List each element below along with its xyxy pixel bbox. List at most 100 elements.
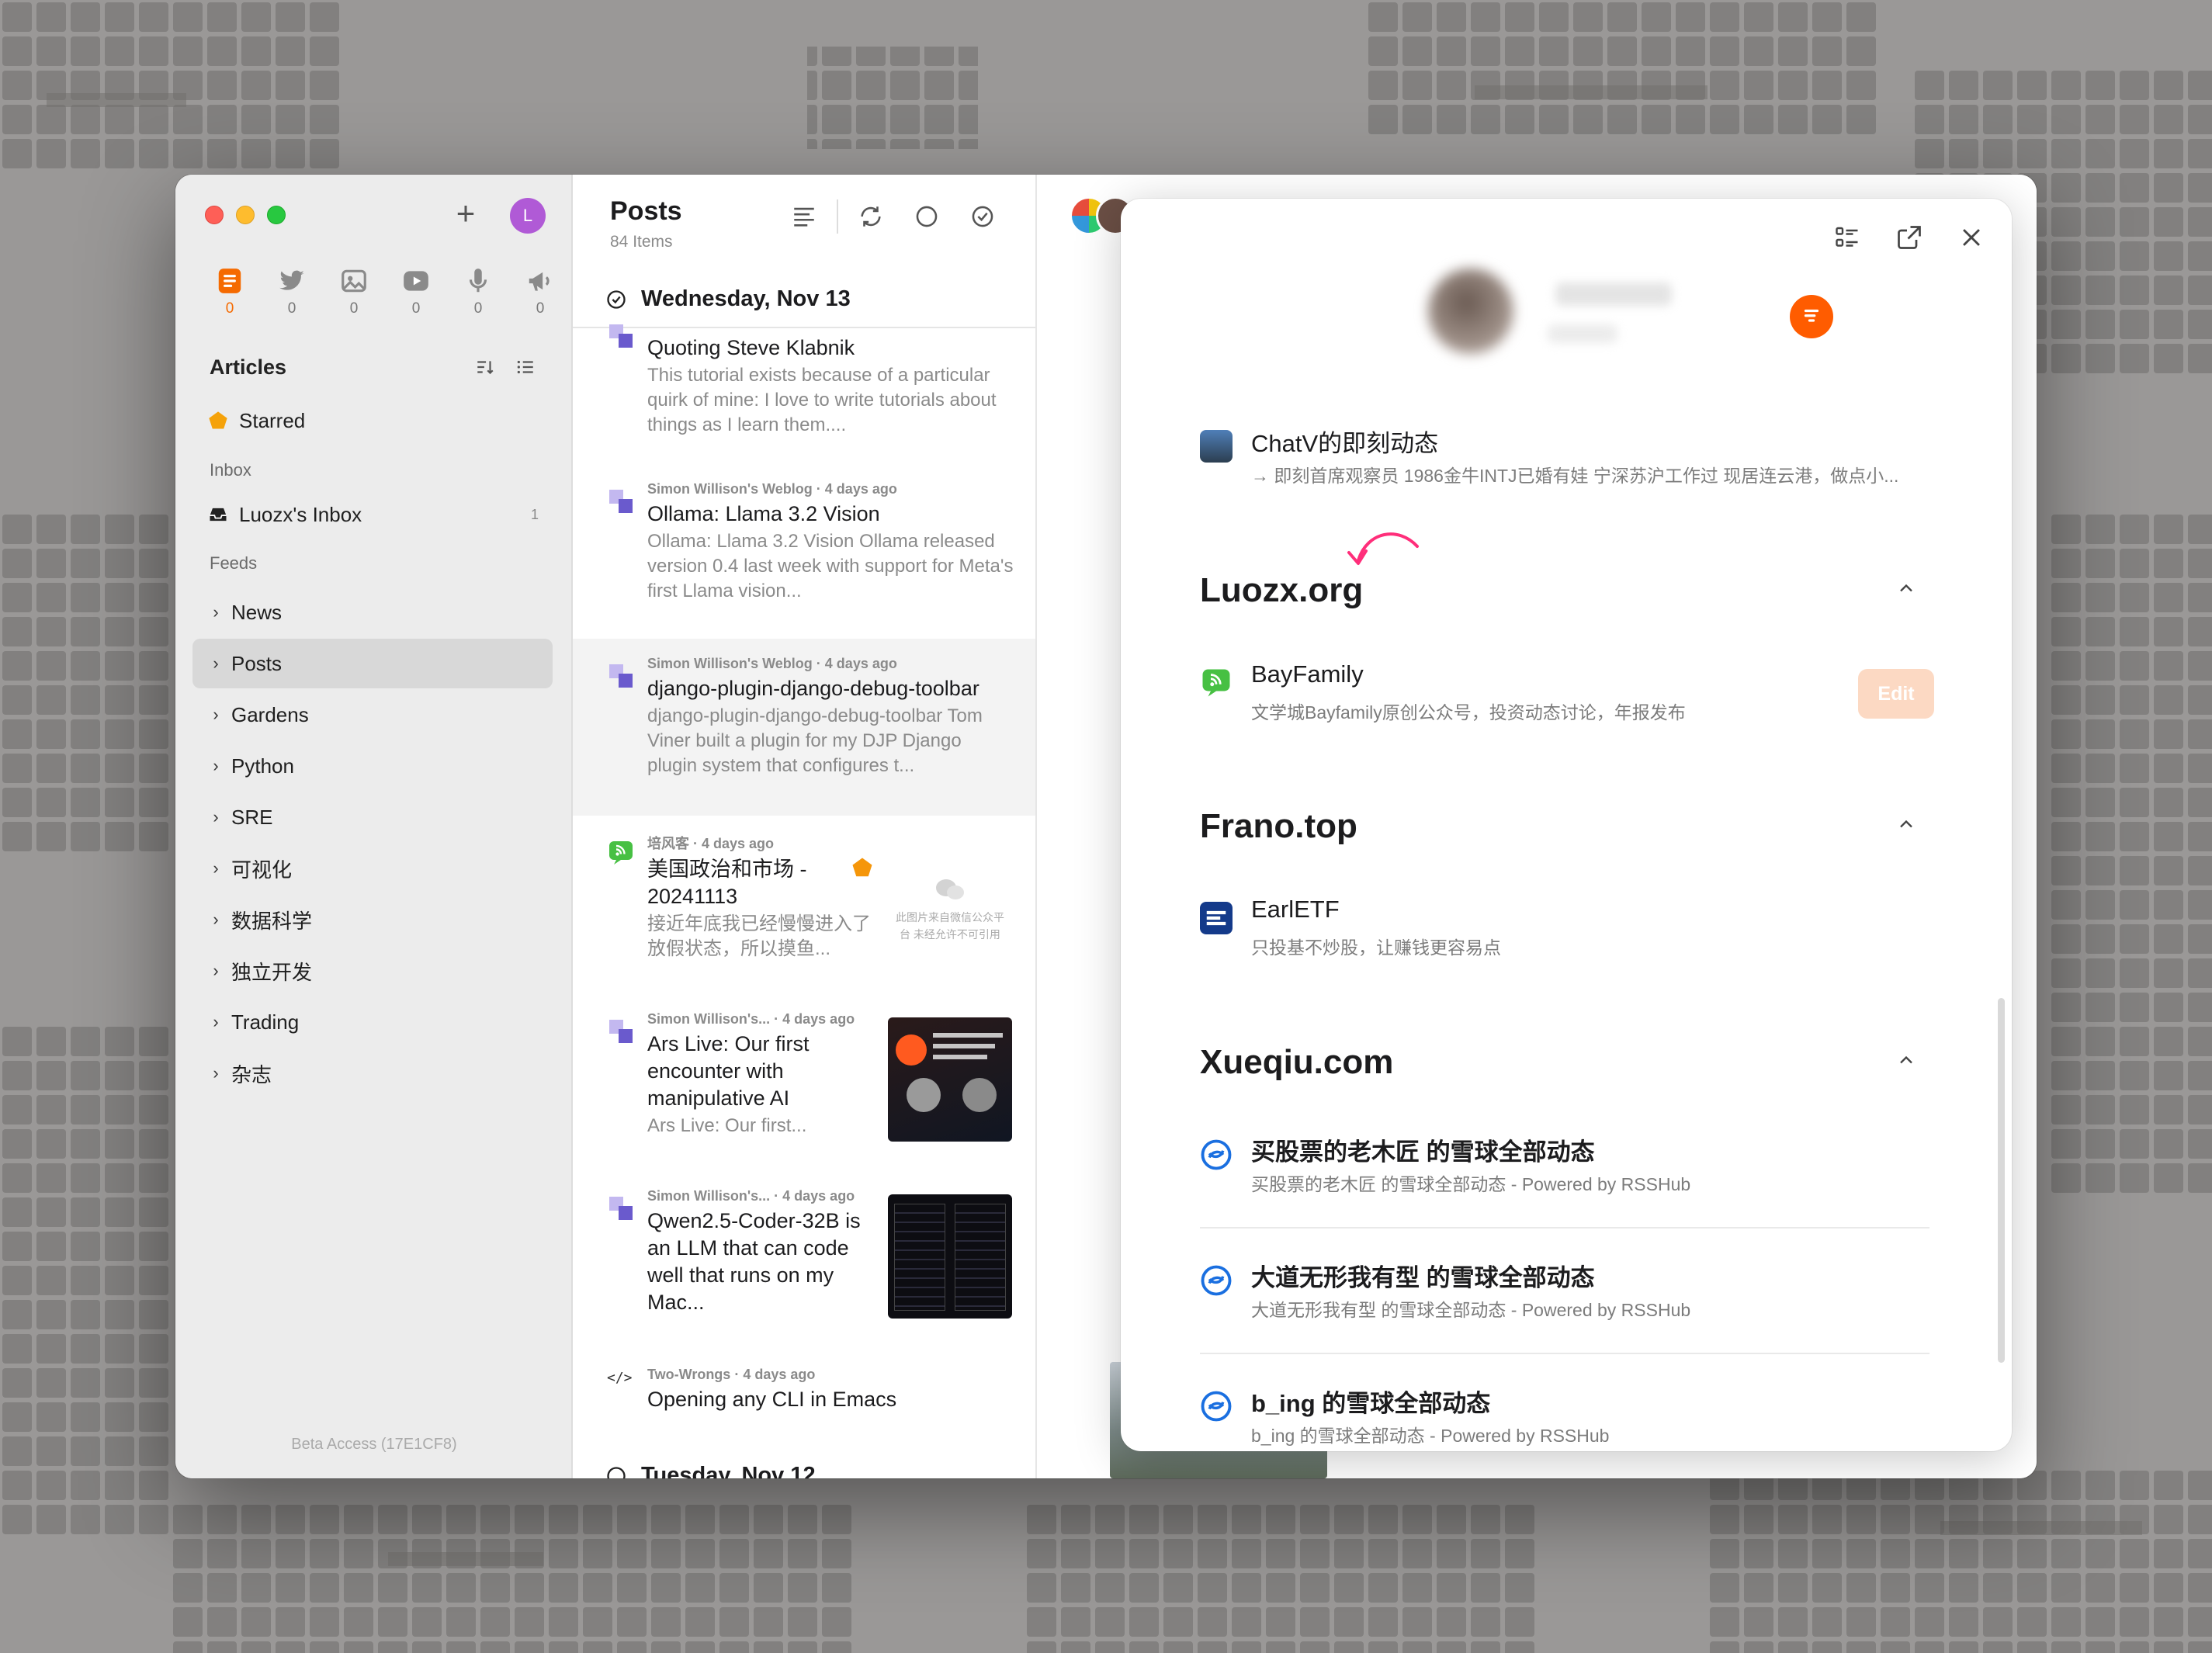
- feed-row[interactable]: ChatV的即刻动态 → 即刻首席观察员 1986金牛INTJ已婚有娃 宁深苏沪…: [1200, 424, 1929, 517]
- list-item[interactable]: Simon Willison's Weblog · 4 days ago Oll…: [573, 481, 1035, 644]
- divider: [573, 327, 1035, 328]
- feed-description: b_ing 的雪球全部动态 - Powered by RSSHub: [1251, 1426, 1610, 1446]
- list-item[interactable]: </> Two-Wrongs · 4 days ago Opening any …: [573, 1367, 1035, 1444]
- user-avatar[interactable]: L: [510, 198, 546, 234]
- feed-favicon-icon: [609, 490, 633, 513]
- open-external-button[interactable]: [1892, 220, 1926, 255]
- chevron-right-icon: ›: [213, 756, 219, 775]
- list-options-icon[interactable]: [515, 357, 536, 377]
- entry-meta: Simon Willison's Weblog · 4 days ago: [647, 656, 897, 671]
- feed-row[interactable]: 大道无形我有型 的雪球全部动态 大道无形我有型 的雪球全部动态 - Powere…: [1200, 1258, 1929, 1351]
- group-title: Xueqiu.com: [1200, 1043, 1394, 1081]
- unread-count: 1: [530, 506, 539, 522]
- list-item-selected[interactable]: Simon Willison's Weblog · 4 days ago dja…: [573, 639, 1035, 816]
- feed-row[interactable]: BayFamily 文学城Bayfamily原创公众号，投资动态讨论，年报发布: [1200, 660, 1929, 754]
- layout-button[interactable]: [776, 199, 832, 234]
- chevron-right-icon: ›: [213, 653, 219, 673]
- list-title: Posts: [610, 196, 682, 226]
- chevron-right-icon: ›: [213, 910, 219, 929]
- list-item[interactable]: Simon Willison's... · 4 days ago Ars Liv…: [573, 1011, 1035, 1174]
- entry-time: 4 days ago: [743, 1367, 816, 1382]
- sidebar-item-magazines[interactable]: › 杂志: [192, 1048, 553, 1098]
- view-videos[interactable]: 0: [385, 266, 447, 317]
- view-count: 0: [225, 300, 234, 317]
- sidebar-item-starred[interactable]: Starred: [192, 396, 553, 445]
- minimize-window-button[interactable]: [236, 206, 255, 224]
- code-icon: </>: [607, 1370, 633, 1386]
- group-title: Luozx.org: [1200, 571, 1364, 609]
- date-header[interactable]: Tuesday, Nov 12: [605, 1463, 816, 1478]
- sidebar-item-sre[interactable]: › SRE: [192, 792, 553, 842]
- sidebar-item-label: 独立开发: [231, 960, 313, 984]
- refresh-icon: [861, 206, 881, 227]
- xueqiu-logo-icon: [1201, 1391, 1232, 1422]
- image-icon: [342, 269, 366, 293]
- feed-row[interactable]: 买股票的老木匠 的雪球全部动态 买股票的老木匠 的雪球全部动态 - Powere…: [1200, 1132, 1929, 1225]
- view-audio[interactable]: 0: [447, 266, 509, 317]
- feed-title: 买股票的老木匠 的雪球全部动态: [1251, 1138, 1595, 1166]
- modal-scrollbar[interactable]: [1998, 998, 2005, 1363]
- sidebar-item-python[interactable]: › Python: [192, 741, 553, 791]
- view-articles[interactable]: 0: [199, 266, 261, 317]
- sidebar-item-trading[interactable]: › Trading: [192, 997, 553, 1047]
- list-item[interactable]: Simon Willison's... · 4 days ago Qwen2.5…: [573, 1188, 1035, 1351]
- feed-row[interactable]: EarlETF 只投基不炒股，让赚钱更容易点: [1200, 896, 1929, 989]
- feed-description: → 即刻首席观察员 1986金牛INTJ已婚有娃 宁深苏沪工作过 现居连云港，做…: [1251, 466, 1899, 486]
- sidebar-item-label: Posts: [231, 651, 283, 675]
- check-circle-icon: [607, 1466, 626, 1478]
- date-label: Tuesday, Nov 12: [641, 1463, 816, 1478]
- entry-summary: 接近年底我已经慢慢进入了放假状态，所以摸鱼...: [647, 913, 871, 959]
- profile-handle-blurred: [1548, 324, 1617, 343]
- sidebar-item-data-science[interactable]: › 数据科学: [192, 895, 553, 944]
- sort-icon[interactable]: [475, 357, 495, 377]
- feed-favicon-icon: [609, 664, 633, 688]
- date-header[interactable]: Wednesday, Nov 13: [605, 286, 851, 312]
- add-feed-button[interactable]: +: [449, 197, 483, 232]
- entry-meta: 培风客 · 4 days ago: [647, 836, 775, 851]
- list-item[interactable]: 培风客 · 4 days ago 美国政治和市场 - 20241113 接近年底…: [573, 833, 1035, 996]
- view-mode-button[interactable]: [1830, 220, 1864, 255]
- sidebar-item-indie-dev[interactable]: › 独立开发: [192, 946, 553, 996]
- unread-filter-button[interactable]: [899, 199, 955, 234]
- chevron-right-icon: ›: [213, 807, 219, 826]
- close-modal-button[interactable]: [1954, 220, 1988, 255]
- sidebar-item-gardens[interactable]: › Gardens: [192, 690, 553, 740]
- view-pictures[interactable]: 0: [323, 266, 385, 317]
- entry-meta: Simon Willison's Weblog · 4 days ago: [647, 481, 897, 497]
- sidebar-item-inbox[interactable]: Luozx's Inbox 1: [192, 490, 553, 539]
- collapse-group-button[interactable]: [1891, 809, 1922, 840]
- feed-description: 买股票的老木匠 的雪球全部动态 - Powered by RSSHub: [1251, 1174, 1691, 1194]
- sidebar-item-label: SRE: [231, 805, 273, 829]
- starred-icon: [852, 858, 872, 877]
- view-social[interactable]: 0: [261, 266, 323, 317]
- chevron-right-icon: ›: [213, 961, 219, 980]
- check-circle-icon: [607, 289, 626, 309]
- entry-summary: Ars Live: Our first...: [647, 1115, 807, 1136]
- sidebar-item-visualization[interactable]: › 可视化: [192, 844, 553, 893]
- list-item[interactable]: Quoting Steve Klabnik This tutorial exis…: [573, 324, 1035, 435]
- entry-title: Opening any CLI in Emacs: [647, 1388, 897, 1411]
- chevron-up-icon: [1900, 1055, 1912, 1064]
- refresh-button[interactable]: [843, 199, 899, 234]
- sidebar-item-label: Python: [231, 754, 294, 778]
- beta-access-label: Beta Access (17E1CF8): [291, 1436, 457, 1453]
- earletf-logo-icon: [1200, 902, 1233, 934]
- edit-feed-button[interactable]: Edit: [1858, 669, 1934, 719]
- zoom-window-button[interactable]: [267, 206, 286, 224]
- section-tools: [475, 357, 536, 377]
- sidebar-item-posts[interactable]: › Posts: [192, 639, 553, 688]
- xueqiu-logo-icon: [1201, 1139, 1232, 1170]
- collapse-group-button[interactable]: [1891, 573, 1922, 604]
- chevron-up-icon: [1900, 820, 1912, 828]
- mark-all-read-button[interactable]: [955, 199, 1011, 234]
- view-notifications[interactable]: 0: [509, 266, 571, 317]
- collapse-group-button[interactable]: [1891, 1045, 1922, 1076]
- feed-row[interactable]: b_ing 的雪球全部动态 b_ing 的雪球全部动态 - Powered by…: [1200, 1384, 1929, 1451]
- sidebar-item-news[interactable]: › News: [192, 587, 553, 637]
- sidebar-item-label: 可视化: [231, 858, 293, 882]
- sidebar: + L 0 0 0 0 0 0 Articles Starred Inbox L…: [175, 175, 573, 1478]
- close-window-button[interactable]: [205, 206, 224, 224]
- entry-title: 美国政治和市场 - 20241113: [647, 858, 807, 908]
- chevron-right-icon: ›: [213, 858, 219, 878]
- feed-profile-modal: ChatV的即刻动态 → 即刻首席观察员 1986金牛INTJ已婚有娃 宁深苏沪…: [1121, 199, 2012, 1451]
